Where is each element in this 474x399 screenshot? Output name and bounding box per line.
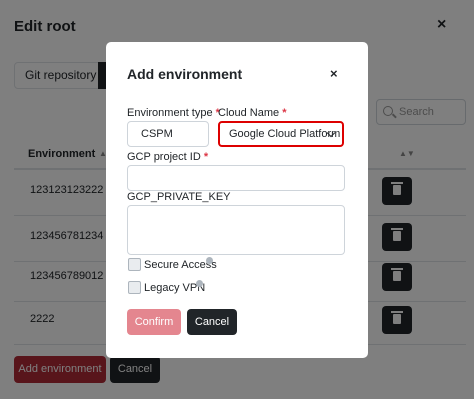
cancel-button[interactable]: Cancel [187, 309, 237, 335]
env-type-value: CSPM [141, 128, 173, 140]
confirm-button[interactable]: Confirm [127, 309, 181, 335]
required-mark: * [282, 107, 287, 119]
info-icon[interactable] [206, 257, 213, 264]
private-key-textarea[interactable] [127, 205, 345, 255]
required-mark: * [203, 151, 209, 163]
environment-type-select[interactable]: CSPM [127, 121, 209, 147]
add-environment-modal: Add environment × Environment type * CSP… [106, 42, 368, 358]
cloud-name-label-text: Cloud Name [218, 107, 280, 119]
cloud-name-label: Cloud Name * [218, 107, 286, 119]
modal-title: Add environment [127, 66, 243, 82]
project-id-label-text: GCP project ID [127, 151, 201, 163]
close-icon[interactable]: × [330, 66, 338, 81]
project-id-label: GCP project ID * [127, 151, 208, 163]
env-type-label: Environment type * [127, 107, 220, 119]
cloud-name-value: Google Cloud Platform [229, 128, 341, 140]
secure-access-checkbox[interactable] [128, 258, 141, 271]
project-id-input[interactable] [127, 165, 345, 191]
private-key-label: GCP_PRIVATE_KEY [127, 191, 231, 203]
legacy-vpn-checkbox[interactable] [128, 281, 141, 294]
cloud-name-select[interactable]: Google Cloud Platform [218, 121, 344, 147]
info-icon[interactable] [196, 280, 203, 287]
env-type-label-text: Environment type [127, 107, 213, 119]
